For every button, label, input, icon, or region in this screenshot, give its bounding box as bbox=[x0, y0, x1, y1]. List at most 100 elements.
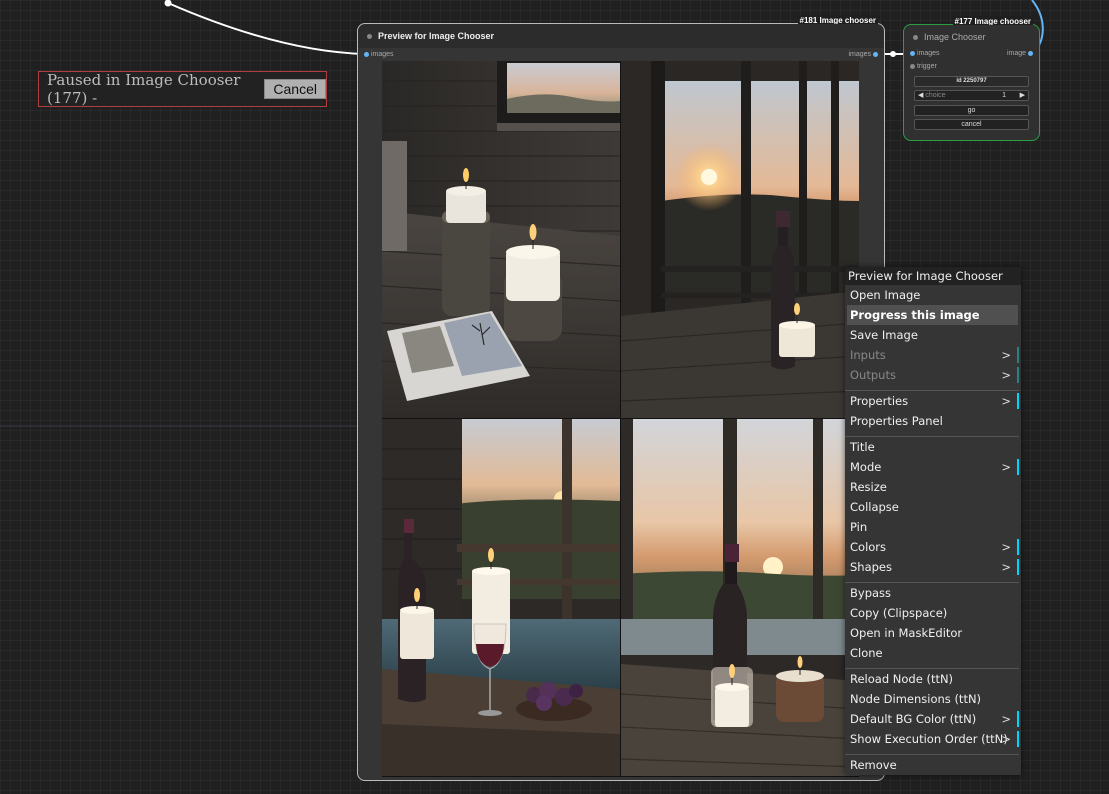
slot-dot-icon bbox=[910, 50, 915, 56]
submenu-arrow-icon: > bbox=[1001, 394, 1011, 408]
menu-item-label: Resize bbox=[850, 480, 887, 494]
submenu-indicator bbox=[1017, 711, 1019, 727]
menu-item-pin[interactable]: Pin bbox=[845, 517, 1021, 537]
menu-item-title[interactable]: Title bbox=[845, 437, 1021, 457]
menu-item-open-image[interactable]: Open Image bbox=[845, 285, 1021, 305]
chooser-choice-widget[interactable]: ◀ choice 1 ▶ bbox=[914, 90, 1029, 101]
menu-item-label: Shapes bbox=[850, 560, 893, 574]
menu-item-label: Progress this image bbox=[850, 308, 980, 322]
chooser-input-trigger[interactable]: trigger bbox=[910, 63, 937, 70]
menu-item-shapes[interactable]: Shapes > bbox=[845, 557, 1021, 577]
menu-item-properties[interactable]: Properties > bbox=[845, 391, 1021, 411]
submenu-indicator bbox=[1017, 393, 1019, 409]
slot-dot-icon bbox=[364, 51, 369, 57]
preview-image-3[interactable] bbox=[382, 419, 620, 776]
menu-item-label: Bypass bbox=[850, 586, 892, 600]
menu-item-properties-panel[interactable]: Properties Panel bbox=[845, 411, 1021, 431]
submenu-indicator bbox=[1017, 459, 1019, 475]
menu-item-bypass[interactable]: Bypass bbox=[845, 583, 1021, 603]
chooser-input-trigger-label: trigger bbox=[916, 63, 937, 70]
chooser-output-image[interactable]: image bbox=[1007, 50, 1033, 57]
menu-item-label: Properties bbox=[850, 394, 909, 408]
menu-item-colors[interactable]: Colors > bbox=[845, 537, 1021, 557]
menu-item-label: Outputs bbox=[850, 368, 896, 382]
arrow-left-icon[interactable]: ◀ bbox=[918, 92, 923, 99]
preview-output-slot[interactable]: images bbox=[848, 51, 878, 58]
menu-item-label: Mode bbox=[850, 460, 882, 474]
menu-item-default-bg-color[interactable]: Default BG Color (ttN) > bbox=[845, 709, 1021, 729]
menu-item-resize[interactable]: Resize bbox=[845, 477, 1021, 497]
submenu-indicator bbox=[1017, 731, 1019, 747]
preview-input-label: images bbox=[370, 51, 394, 58]
menu-item-reload-node[interactable]: Reload Node (ttN) bbox=[845, 669, 1021, 689]
menu-item-label: Open in MaskEditor bbox=[850, 626, 963, 640]
menu-item-label: Properties Panel bbox=[850, 414, 943, 428]
submenu-arrow-icon: > bbox=[1001, 348, 1011, 362]
submenu-indicator bbox=[1017, 539, 1019, 555]
chooser-node-title-bar[interactable]: Image Chooser bbox=[904, 25, 1039, 49]
link-wire-midpoint-dot bbox=[890, 51, 896, 57]
submenu-indicator bbox=[1017, 347, 1019, 363]
link-wire-reroute-dot bbox=[164, 0, 172, 7]
menu-item-outputs: Outputs > bbox=[845, 365, 1021, 385]
menu-item-progress-this-image[interactable]: Progress this image bbox=[847, 305, 1018, 325]
chooser-go-button[interactable]: go bbox=[914, 105, 1029, 116]
chooser-input-images-label: images bbox=[916, 50, 940, 57]
menu-item-label: Open Image bbox=[850, 288, 921, 302]
paused-text: Paused in Image Chooser (177) - bbox=[47, 71, 241, 107]
context-menu: Preview for Image Chooser Open Image Pro… bbox=[845, 267, 1021, 775]
menu-item-label: Default BG Color (ttN) bbox=[850, 712, 977, 726]
preview-node-title-bar[interactable]: Preview for Image Chooser bbox=[358, 24, 884, 48]
submenu-indicator bbox=[1017, 367, 1019, 383]
chooser-output-image-label: image bbox=[1006, 50, 1027, 57]
slot-dot-icon bbox=[1028, 50, 1033, 56]
preview-image-2[interactable] bbox=[621, 61, 859, 418]
menu-item-copy-clipspace[interactable]: Copy (Clipspace) bbox=[845, 603, 1021, 623]
submenu-arrow-icon: > bbox=[1001, 368, 1011, 382]
preview-image-grid bbox=[382, 61, 859, 777]
submenu-arrow-icon: > bbox=[1001, 732, 1011, 746]
menu-item-label: Clone bbox=[850, 646, 883, 660]
menu-item-label: Remove bbox=[850, 758, 897, 772]
submenu-indicator bbox=[1017, 559, 1019, 575]
preview-image-4[interactable] bbox=[621, 419, 859, 776]
chooser-input-images[interactable]: images bbox=[910, 50, 940, 57]
menu-item-label: Colors bbox=[850, 540, 887, 554]
menu-item-clone[interactable]: Clone bbox=[845, 643, 1021, 663]
menu-item-remove[interactable]: Remove bbox=[845, 755, 1021, 775]
menu-item-label: Reload Node (ttN) bbox=[850, 672, 954, 686]
submenu-arrow-icon: > bbox=[1001, 712, 1011, 726]
preview-node-title: Preview for Image Chooser bbox=[378, 31, 495, 41]
choice-label: choice bbox=[925, 92, 946, 99]
menu-item-show-execution-order[interactable]: Show Execution Order (ttN) > bbox=[845, 729, 1021, 749]
menu-item-mode[interactable]: Mode > bbox=[845, 457, 1021, 477]
menu-item-node-dimensions[interactable]: Node Dimensions (ttN) bbox=[845, 689, 1021, 709]
menu-item-collapse[interactable]: Collapse bbox=[845, 497, 1021, 517]
menu-item-open-in-maskeditor[interactable]: Open in MaskEditor bbox=[845, 623, 1021, 643]
preview-node[interactable]: #181 Image chooser Preview for Image Cho… bbox=[357, 15, 885, 781]
submenu-arrow-icon: > bbox=[1001, 540, 1011, 554]
menu-item-label: Collapse bbox=[850, 500, 899, 514]
context-menu-title: Preview for Image Chooser bbox=[845, 267, 1021, 285]
menu-item-label: Copy (Clipspace) bbox=[850, 606, 948, 620]
arrow-right-icon[interactable]: ▶ bbox=[1020, 91, 1025, 100]
menu-item-label: Pin bbox=[850, 520, 868, 534]
collapse-dot-icon[interactable] bbox=[913, 35, 918, 40]
preview-image-1[interactable] bbox=[382, 61, 620, 418]
submenu-arrow-icon: > bbox=[1001, 460, 1011, 474]
choice-value: 1 bbox=[1002, 92, 1006, 99]
menu-item-label: Show Execution Order (ttN) bbox=[850, 732, 1008, 746]
slot-dot-icon bbox=[873, 51, 878, 57]
preview-input-slot[interactable]: images bbox=[364, 51, 394, 58]
preview-output-label: images bbox=[848, 51, 872, 58]
slot-dot-icon bbox=[910, 63, 915, 69]
collapse-dot-icon[interactable] bbox=[367, 34, 372, 39]
chooser-node-title: Image Chooser bbox=[924, 32, 986, 42]
paused-cancel-button[interactable]: Cancel bbox=[264, 79, 326, 99]
chooser-cancel-button[interactable]: cancel bbox=[914, 119, 1029, 130]
image-chooser-node[interactable]: #177 Image chooser Image Chooser images … bbox=[903, 16, 1040, 141]
menu-item-save-image[interactable]: Save Image bbox=[845, 325, 1021, 345]
menu-item-label: Node Dimensions (ttN) bbox=[850, 692, 982, 706]
submenu-arrow-icon: > bbox=[1001, 560, 1011, 574]
menu-item-inputs: Inputs > bbox=[845, 345, 1021, 365]
